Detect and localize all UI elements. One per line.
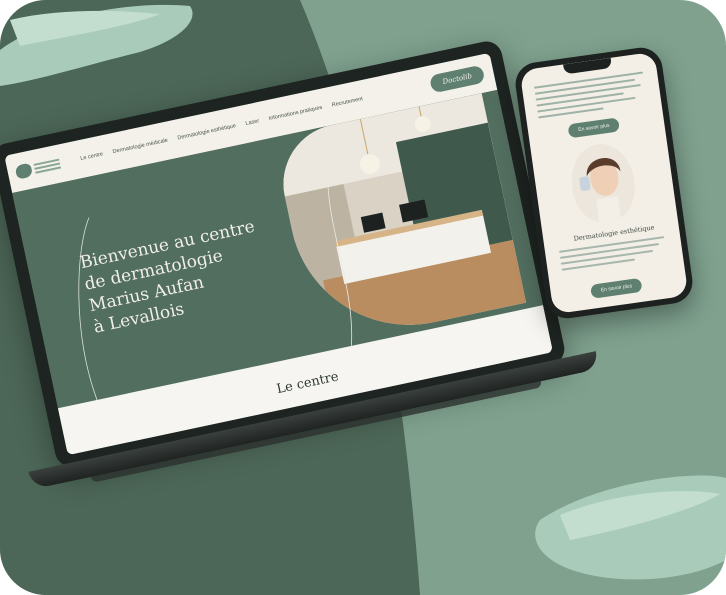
phone-text-block (533, 71, 648, 123)
phone-learn-more-button-top[interactable]: En savoir plus (567, 117, 621, 139)
nav-item-le-centre[interactable]: Le centre (80, 151, 104, 162)
nav-item-recrutement[interactable]: Recrutement (331, 96, 363, 108)
phone-notch (563, 57, 613, 75)
phone-learn-more-button-bottom[interactable]: En savoir plus (590, 277, 643, 299)
site-logo-icon[interactable] (14, 151, 71, 184)
phone-screen: En savoir plus Dermatologie esthétique E… (519, 51, 689, 315)
nav-item-dermatologie-esthetique[interactable]: Dermatologie esthétique (177, 123, 237, 141)
doctolib-button[interactable]: Doctolib (429, 64, 486, 94)
mockup-frame: Le centre Dermatologie médicale Dermatol… (0, 0, 726, 595)
section-title: Le centre (275, 369, 340, 398)
nav-item-informations-pratiques[interactable]: Informations pratiques (268, 105, 322, 122)
nav-item-laser[interactable]: Laser (245, 118, 260, 127)
nav-item-dermatologie-medicale[interactable]: Dermatologie médicale (112, 138, 168, 156)
logo-leaf-icon (14, 162, 34, 180)
brush-stroke-bottom-right (535, 475, 726, 580)
patient-portrait-image (566, 140, 640, 227)
portrait-icon (566, 140, 640, 227)
